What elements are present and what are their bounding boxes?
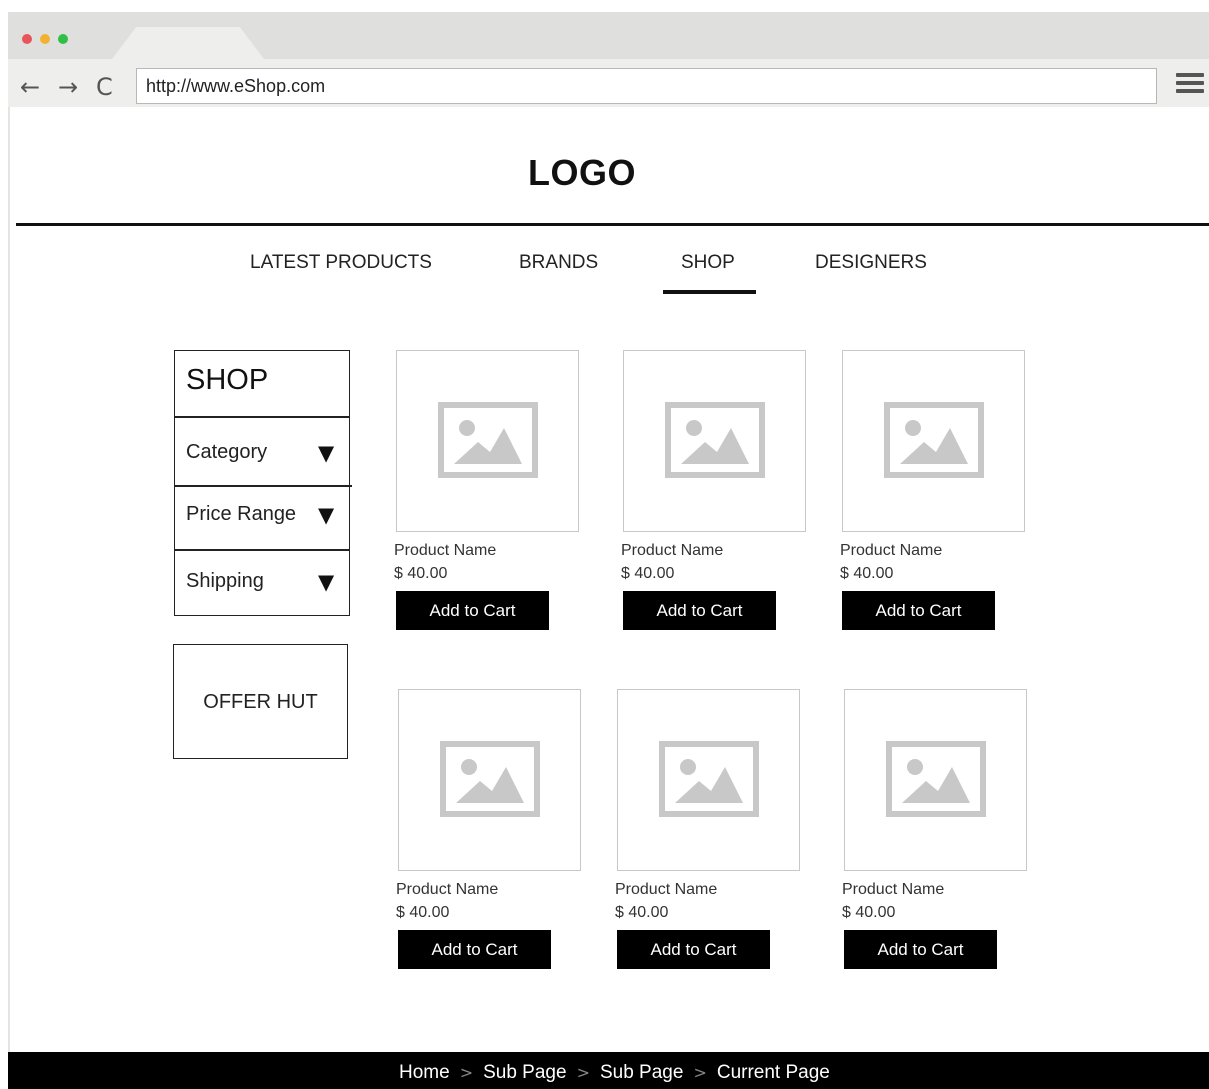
- product-image[interactable]: [617, 689, 800, 871]
- add-to-cart-button[interactable]: Add to Cart: [617, 930, 770, 969]
- maximize-window-dot[interactable]: [58, 34, 68, 44]
- add-to-cart-button[interactable]: Add to Cart: [623, 591, 776, 630]
- product-price: $ 40.00: [615, 904, 669, 921]
- breadcrumb-home[interactable]: Home: [399, 1062, 450, 1083]
- image-placeholder-icon: [886, 741, 986, 817]
- category-dropdown-icon[interactable]: ▼: [318, 441, 334, 465]
- nav-item-shop[interactable]: SHOP: [681, 252, 735, 274]
- product-name[interactable]: Product Name: [621, 542, 723, 560]
- header-divider: [16, 223, 1209, 226]
- breadcrumb-current-page: Current Page: [716, 1062, 830, 1083]
- breadcrumb-separator: >: [576, 1063, 590, 1082]
- hamburger-menu-icon[interactable]: [1176, 73, 1204, 97]
- divider: [174, 549, 350, 551]
- breadcrumb-sub-page[interactable]: Sub Page: [483, 1062, 566, 1083]
- product-name[interactable]: Product Name: [840, 542, 942, 560]
- breadcrumb: Home > Sub Page > Sub Page > Current Page: [399, 1062, 830, 1084]
- add-to-cart-button[interactable]: Add to Cart: [396, 591, 549, 630]
- add-to-cart-button[interactable]: Add to Cart: [842, 591, 995, 630]
- add-to-cart-button[interactable]: Add to Cart: [844, 930, 997, 969]
- reload-icon[interactable]: C: [96, 72, 113, 102]
- sidebar-title: SHOP: [186, 364, 269, 396]
- image-placeholder-icon: [884, 402, 984, 478]
- minimize-window-dot[interactable]: [40, 34, 50, 44]
- window-controls: [22, 34, 68, 44]
- product-image[interactable]: [844, 689, 1027, 871]
- image-placeholder-icon: [438, 402, 538, 478]
- product-name[interactable]: Product Name: [396, 881, 498, 899]
- product-image[interactable]: [623, 350, 806, 532]
- breadcrumb-separator: >: [459, 1063, 474, 1082]
- price-range-dropdown-icon[interactable]: ▼: [318, 503, 334, 527]
- image-placeholder-icon: [440, 741, 540, 817]
- product-name[interactable]: Product Name: [394, 542, 496, 560]
- shipping-filter-label[interactable]: Shipping: [186, 570, 264, 593]
- breadcrumb-sub-page[interactable]: Sub Page: [600, 1062, 683, 1083]
- page-frame: [8, 107, 10, 1052]
- category-filter-label[interactable]: Category: [186, 441, 267, 464]
- product-name[interactable]: Product Name: [615, 881, 717, 899]
- nav-item-designers[interactable]: DESIGNERS: [815, 252, 927, 274]
- arrow-right-icon[interactable]: →: [58, 72, 78, 102]
- browser-tab[interactable]: [112, 27, 264, 59]
- product-image[interactable]: [396, 350, 579, 532]
- offer-hut-banner[interactable]: OFFER HUT: [173, 644, 348, 759]
- image-placeholder-icon: [665, 402, 765, 478]
- product-price: $ 40.00: [394, 565, 448, 582]
- address-bar[interactable]: http://www.eShop.com: [136, 68, 1157, 104]
- add-to-cart-button[interactable]: Add to Cart: [398, 930, 551, 969]
- breadcrumb-separator: >: [693, 1063, 707, 1082]
- divider: [174, 416, 350, 418]
- image-placeholder-icon: [659, 741, 759, 817]
- close-window-dot[interactable]: [22, 34, 32, 44]
- price-range-filter-label[interactable]: Price Range: [186, 503, 296, 526]
- product-image[interactable]: [842, 350, 1025, 532]
- product-image[interactable]: [398, 689, 581, 871]
- logo[interactable]: LOGO: [0, 152, 1164, 194]
- product-name[interactable]: Product Name: [842, 881, 944, 899]
- shipping-dropdown-icon[interactable]: ▼: [318, 570, 334, 594]
- arrow-left-icon[interactable]: ←: [20, 72, 40, 102]
- product-price: $ 40.00: [396, 904, 450, 921]
- product-price: $ 40.00: [621, 565, 675, 582]
- nav-item-brands[interactable]: BRANDS: [519, 252, 598, 274]
- product-price: $ 40.00: [842, 904, 896, 921]
- main-nav: LATEST PRODUCTS BRANDS SHOP DESIGNERS: [0, 252, 1209, 282]
- divider: [174, 485, 352, 487]
- active-nav-indicator: [663, 290, 756, 294]
- product-price: $ 40.00: [840, 565, 894, 582]
- nav-item-latest-products[interactable]: LATEST PRODUCTS: [250, 252, 432, 274]
